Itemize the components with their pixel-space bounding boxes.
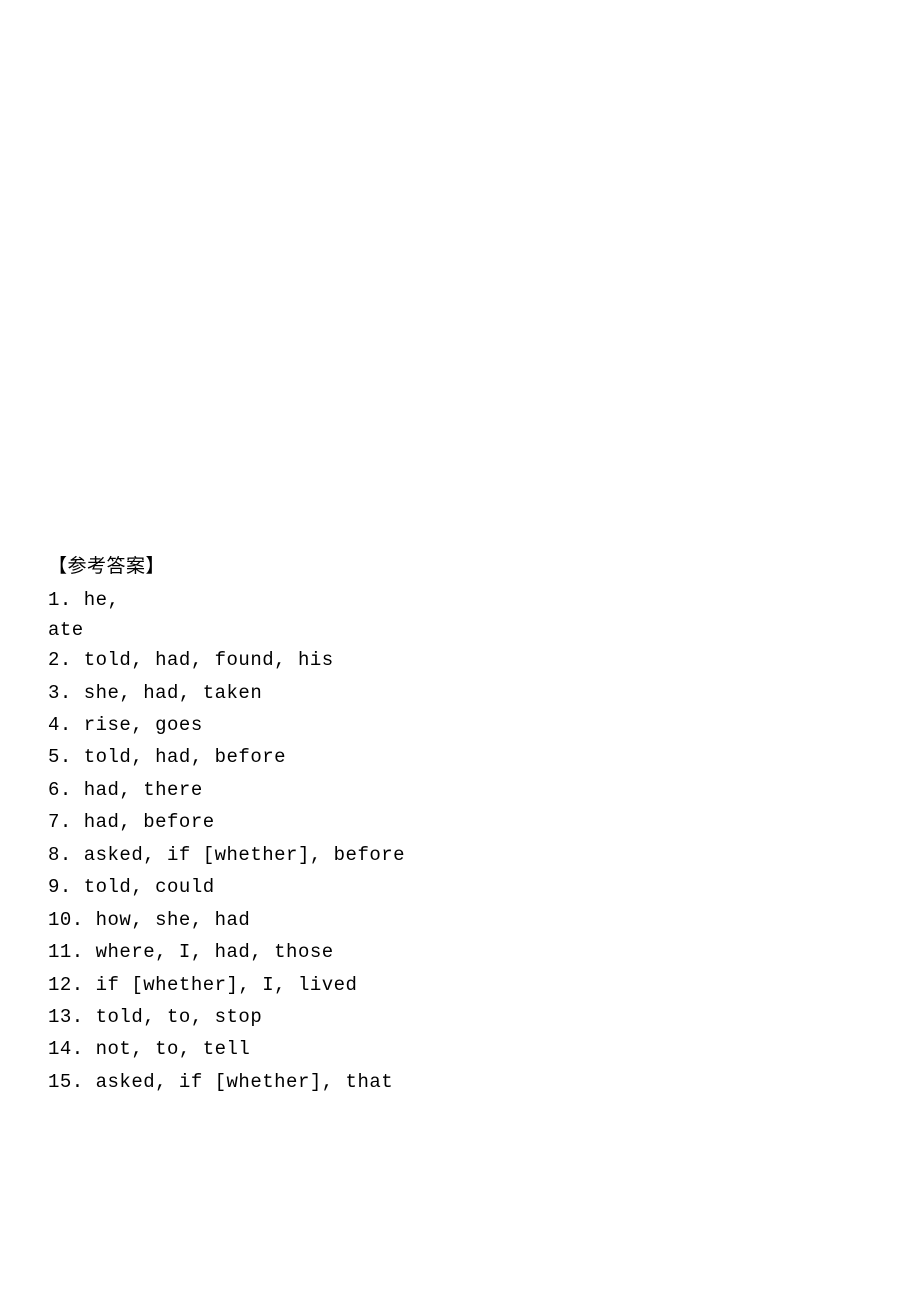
answer-item: 13. told, to, stop bbox=[48, 1003, 872, 1032]
answer-item: 4. rise, goes bbox=[48, 711, 872, 740]
answer-item: 1. he, bbox=[48, 586, 872, 615]
answer-item: 11. where, I, had, those bbox=[48, 938, 872, 967]
answer-item: 8. asked, if [whether], before bbox=[48, 841, 872, 870]
answer-item: 14. not, to, tell bbox=[48, 1035, 872, 1064]
answer-item: 15. asked, if [whether], that bbox=[48, 1068, 872, 1097]
answer-item: 7. had, before bbox=[48, 808, 872, 837]
answer-item-continuation: ate bbox=[48, 618, 872, 643]
answer-item: 5. told, had, before bbox=[48, 743, 872, 772]
answer-key-heading: 【参考答案】 bbox=[48, 551, 872, 578]
answer-item: 9. told, could bbox=[48, 873, 872, 902]
answer-key-content: 【参考答案】 1. he, ate 2. told, had, found, his… bbox=[48, 551, 872, 1100]
answer-item: 2. told, had, found, his bbox=[48, 646, 872, 675]
answer-item: 3. she, had, taken bbox=[48, 679, 872, 708]
answer-item: 12. if [whether], I, lived bbox=[48, 971, 872, 1000]
answers-list: 1. he, ate 2. told, had, found, his 3. she,… bbox=[48, 586, 872, 1097]
answer-item: 6. had, there bbox=[48, 776, 872, 805]
answer-item: 10. how, she, had bbox=[48, 906, 872, 935]
